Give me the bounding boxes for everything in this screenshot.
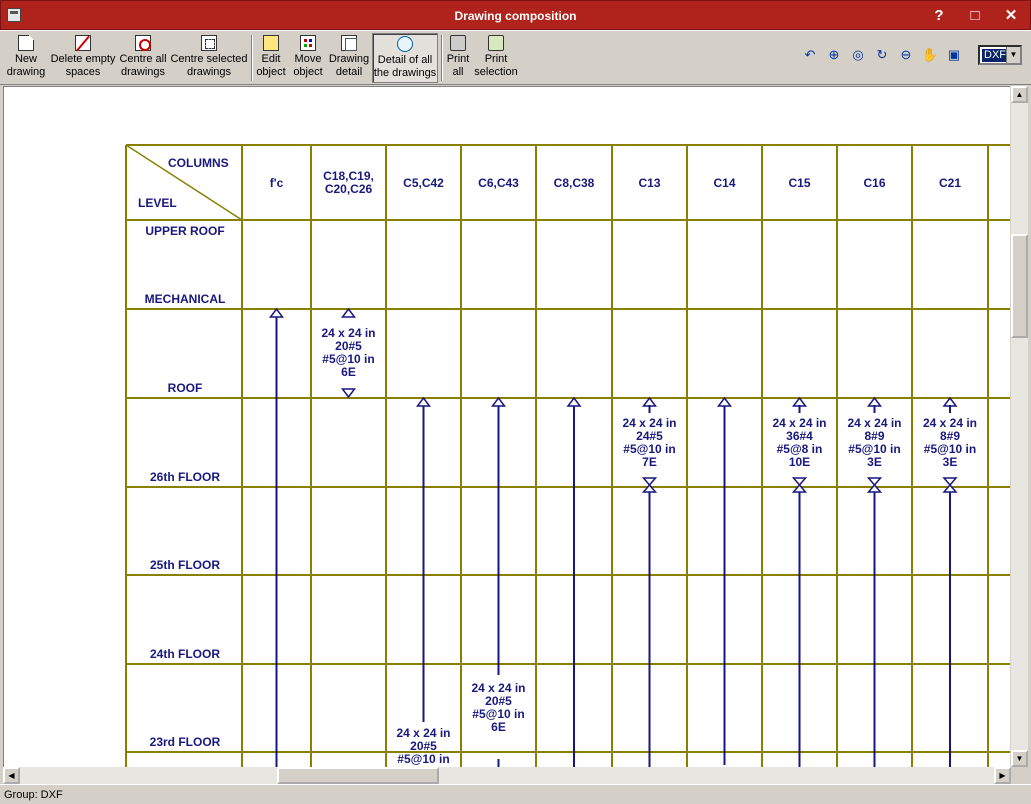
level-label: UPPER ROOF: [145, 224, 225, 238]
delete-icon: [75, 35, 91, 51]
move-object-button[interactable]: Move object: [290, 33, 326, 83]
scroll-down-button[interactable]: ▼: [1011, 750, 1028, 767]
new-document-icon: [18, 35, 34, 51]
toolbar: New drawing Delete empty spaces Centre a…: [0, 30, 1031, 85]
arrow-up-marker: [942, 396, 958, 407]
drawing-detail-button[interactable]: Drawing detail: [328, 33, 370, 83]
status-text: Group: DXF: [4, 789, 63, 801]
centre-selected-icon: [201, 35, 217, 51]
redraw-icon[interactable]: ↻: [872, 45, 892, 65]
edit-icon: [263, 35, 279, 51]
toolbar-separator: [251, 35, 253, 81]
level-label: 23rd FLOOR: [149, 735, 221, 749]
pan-hand-icon[interactable]: ✋: [920, 45, 940, 65]
column-header: C15: [788, 176, 811, 190]
zoom-2x-icon[interactable]: ◎: [848, 45, 868, 65]
arrow-up-marker: [416, 396, 431, 407]
section-label: 24 x 24 in 8#9 #5@10 in 3E: [910, 417, 990, 469]
move-icon: [300, 35, 316, 51]
section-label: 24 x 24 in 24#5 #5@10 in 7E: [610, 417, 690, 469]
section-label: 24 x 24 in20#5#5@10 in6E: [459, 682, 539, 734]
section-line: 3E: [942, 455, 958, 469]
new-drawing-button[interactable]: New drawing: [4, 33, 48, 83]
detail-all-icon: [397, 36, 413, 52]
drawing-canvas[interactable]: COLUMNS LEVEL f'c C18,C19, C20,C26 C5,C42 C…: [3, 86, 1010, 767]
format-select[interactable]: DXF ▼: [978, 45, 1022, 65]
fit-screen-icon[interactable]: ▣: [944, 45, 964, 65]
status-bar: Group: DXF: [0, 784, 1031, 804]
level-label: 24th FLOOR: [149, 647, 220, 661]
column-header: f'c: [269, 176, 284, 190]
detail-all-drawings-button[interactable]: Detail of all the drawings: [372, 33, 438, 83]
delete-empty-spaces-button[interactable]: Delete empty spaces: [50, 33, 116, 83]
column-header: C21: [938, 176, 961, 190]
column-header: C8,C38: [553, 176, 595, 190]
print-all-button[interactable]: Print all: [444, 33, 472, 83]
printer-icon: [450, 35, 466, 51]
level-label: MECHANICAL: [144, 292, 226, 306]
centre-all-drawings-button[interactable]: Centre all drawings: [118, 33, 168, 83]
scrollbar-corner: [1011, 767, 1028, 784]
scroll-left-button[interactable]: ◀: [3, 767, 20, 784]
toolbar-separator: [441, 35, 443, 81]
arrow-up-marker: [341, 307, 356, 318]
arrow-up-marker: [792, 396, 807, 407]
section-label: 24 x 24 in 36#4 #5@8 in 10E: [760, 417, 840, 469]
vertical-scrollbar[interactable]: ▲ ▼: [1011, 86, 1028, 767]
arrow-down-marker: [341, 388, 356, 399]
detail-icon: [341, 35, 357, 51]
arrow-up-marker: [867, 396, 882, 407]
arrow-up-marker: [269, 307, 284, 318]
section-line: 7E: [642, 455, 657, 469]
chevron-down-icon[interactable]: ▼: [1006, 47, 1020, 63]
close-button[interactable]: ✕: [997, 5, 1025, 27]
column-header: C5,C42: [403, 176, 444, 190]
arrow-up-marker: [566, 396, 582, 407]
printer-selection-icon: [488, 35, 504, 51]
section-label: 24 x 24 in 8#9 #5@10 in 3E: [835, 417, 915, 469]
arrow-up-marker: [717, 396, 732, 407]
arrow-up-marker: [642, 396, 657, 407]
horizontal-scrollbar[interactable]: ◀ ▶: [3, 767, 1011, 784]
splice-marker: [942, 477, 958, 493]
centre-icon: [135, 35, 151, 51]
column-header: C16: [863, 176, 886, 190]
edit-object-button[interactable]: Edit object: [254, 33, 288, 83]
section-label: 24 x 24 in20#5#5@10 in6E: [309, 327, 389, 379]
zoom-out-icon[interactable]: ⊖: [896, 45, 916, 65]
maximize-button[interactable]: □: [961, 5, 989, 27]
level-label: 26th FLOOR: [149, 470, 220, 484]
column-header: C18,C19, C20,C26: [323, 169, 374, 196]
section-line: 6E: [491, 720, 506, 734]
level-label: ROOF: [167, 381, 203, 395]
arrow-up-marker: [491, 396, 506, 407]
section-label: 24 x 24 in20#5#5@10 in6E: [384, 727, 464, 768]
section-line: 10E: [788, 455, 811, 469]
print-selection-button[interactable]: Print selection: [474, 33, 518, 83]
header-level-label: LEVEL: [138, 196, 177, 210]
centre-selected-drawings-button[interactable]: Centre selected drawings: [170, 33, 248, 83]
column-header: C14: [713, 176, 736, 190]
section-line: 3E: [867, 455, 882, 469]
scroll-up-button[interactable]: ▲: [1011, 86, 1028, 103]
level-label: 25th FLOOR: [149, 558, 220, 572]
splice-marker: [641, 477, 658, 493]
vertical-scroll-thumb[interactable]: [1011, 234, 1028, 338]
format-select-value: DXF: [982, 49, 1008, 62]
horizontal-scroll-thumb[interactable]: [277, 767, 439, 784]
header-columns-label: COLUMNS: [168, 156, 229, 170]
window-title: Drawing composition: [454, 9, 577, 23]
scroll-right-button[interactable]: ▶: [994, 767, 1011, 784]
zoom-window-icon[interactable]: ⊕: [824, 45, 844, 65]
splice-marker: [866, 477, 883, 493]
column-header: C13: [638, 176, 661, 190]
column-header: C6,C43: [478, 176, 519, 190]
splice-marker: [791, 477, 808, 493]
undo-zoom-icon[interactable]: ↶: [800, 45, 820, 65]
section-line: 6E: [341, 365, 356, 379]
title-bar: Drawing composition ? □ ✕: [0, 0, 1031, 30]
help-button[interactable]: ?: [925, 5, 953, 27]
